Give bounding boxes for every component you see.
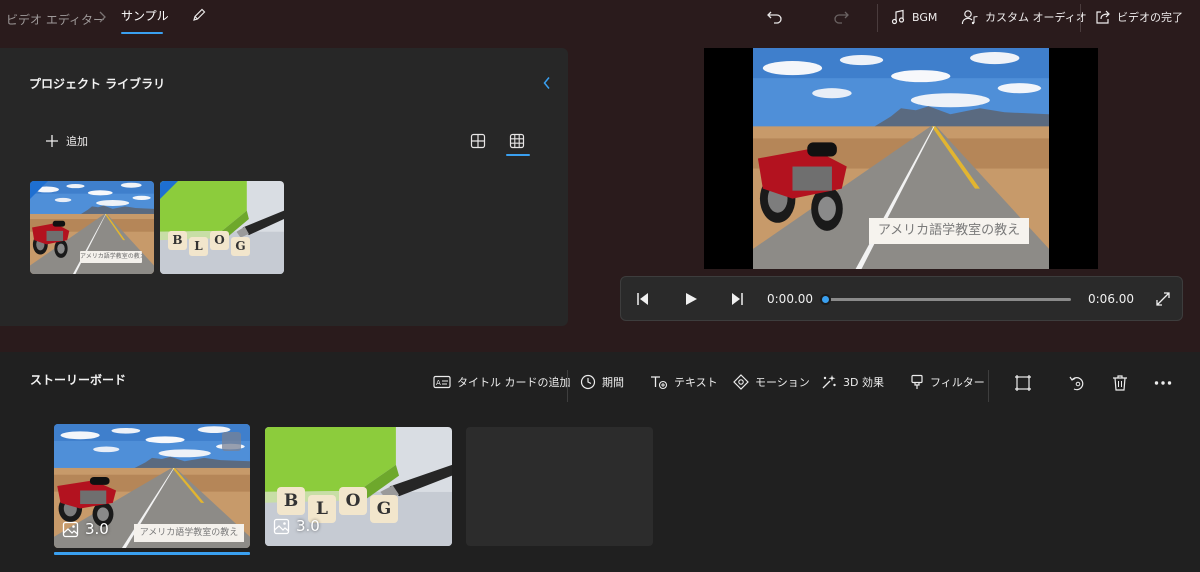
motion-icon (733, 374, 749, 390)
finish-video-button[interactable]: ビデオの完了 (1095, 9, 1183, 25)
motion-label: モーション (755, 376, 810, 389)
divider (988, 370, 989, 402)
person-audio-icon (961, 9, 979, 25)
duration-button[interactable]: 期間 (580, 374, 624, 390)
storyboard-panel: ストーリーボード A タイトル カードの追加 期間 テキスト モーション 3D … (0, 352, 1200, 572)
dice-letter: B (277, 487, 305, 515)
add-media-button[interactable]: 追加 (44, 133, 88, 149)
bgm-button[interactable]: BGM (890, 9, 937, 25)
video-preview: アメリカ語学教室の教え (704, 48, 1098, 269)
seek-handle[interactable] (820, 294, 831, 305)
storyboard-card-2[interactable]: B L O G 3.0 (265, 427, 452, 546)
add-label: 追加 (66, 135, 88, 148)
add-title-card-label: タイトル カードの追加 (457, 376, 571, 389)
top-bar: ビデオ エディター サンプル BGM カスタム オーディオ ビデオの完了 (0, 0, 1200, 36)
title-card-icon: A (433, 375, 451, 389)
used-marker (30, 181, 48, 199)
current-time: 0:00.00 (767, 292, 814, 306)
filter-label: フィルター (930, 376, 985, 389)
breadcrumb-root[interactable]: ビデオ エディター (6, 11, 105, 28)
clock-icon (580, 374, 596, 390)
delete-trash-icon[interactable] (1112, 374, 1128, 392)
dice-letter: L (189, 237, 208, 256)
divider (1080, 4, 1081, 32)
dice-letter: G (231, 237, 250, 256)
music-note-icon (890, 9, 906, 25)
library-item-road[interactable]: アメリカ語学教室の教え (30, 181, 154, 274)
dice-letter: B (168, 231, 187, 250)
card-caption: アメリカ語学教室の教え (134, 524, 244, 542)
image-icon (62, 521, 79, 538)
active-indicator (121, 32, 163, 34)
previous-frame-icon[interactable] (635, 291, 651, 307)
more-options-icon[interactable] (1154, 380, 1172, 386)
used-marker (160, 181, 178, 199)
storyboard-title: ストーリーボード (30, 373, 127, 387)
3d-effects-label: 3D 効果 (843, 376, 884, 389)
collapse-chevron-left-icon[interactable] (542, 76, 552, 90)
chevron-right-icon (99, 10, 107, 24)
next-frame-icon[interactable] (729, 291, 745, 307)
preview-caption: アメリカ語学教室の教え (869, 218, 1029, 244)
export-share-icon (1095, 9, 1111, 25)
redo-icon[interactable] (832, 8, 850, 24)
crop-resize-icon[interactable] (1014, 374, 1032, 392)
card-duration: 3.0 (62, 520, 109, 538)
select-checkbox[interactable] (222, 432, 241, 451)
motion-button[interactable]: モーション (733, 374, 810, 390)
card-duration-value: 3.0 (296, 517, 320, 535)
text-button[interactable]: テキスト (650, 374, 718, 390)
playback-controls: 0:00.00 0:06.00 (620, 276, 1183, 321)
empty-drop-slot[interactable] (466, 427, 653, 546)
custom-audio-button[interactable]: カスタム オーディオ (961, 9, 1087, 25)
dice-letter: G (370, 495, 398, 523)
svg-text:A: A (436, 379, 441, 387)
library-title: プロジェクト ライブラリ (29, 77, 166, 91)
text-label: テキスト (674, 376, 718, 389)
play-icon[interactable] (683, 291, 699, 307)
filter-brush-icon (910, 374, 924, 390)
small-grid-view-icon[interactable] (509, 133, 525, 149)
seek-track[interactable] (820, 294, 1071, 305)
card-duration-value: 3.0 (85, 520, 109, 538)
project-library-panel: プロジェクト ライブラリ 追加 アメリカ語学教室の教え B L O G (0, 48, 568, 326)
storyboard-card-1[interactable]: アメリカ語学教室の教え 3.0 (54, 424, 250, 548)
library-item-blog[interactable]: B L O G (160, 181, 284, 274)
undo-icon[interactable] (766, 8, 784, 24)
preview-frame: アメリカ語学教室の教え (753, 48, 1049, 269)
selected-card-indicator (54, 552, 250, 555)
fullscreen-expand-icon[interactable] (1155, 291, 1171, 307)
duration-label: 期間 (602, 376, 624, 389)
large-grid-view-icon[interactable] (470, 133, 486, 149)
divider (567, 370, 568, 402)
edit-pencil-icon[interactable] (191, 7, 207, 23)
finish-video-label: ビデオの完了 (1117, 11, 1183, 24)
total-time: 0:06.00 (1088, 292, 1135, 306)
dice-row: B L O G (168, 231, 250, 256)
sparkle-effects-icon (821, 374, 837, 390)
library-item-caption: アメリカ語学教室の教え (80, 251, 142, 263)
rotate-icon[interactable] (1068, 374, 1086, 392)
bgm-label: BGM (912, 10, 938, 24)
add-title-card-button[interactable]: A タイトル カードの追加 (433, 374, 571, 390)
divider (877, 4, 878, 32)
plus-icon (44, 133, 60, 149)
filter-button[interactable]: フィルター (910, 374, 985, 390)
dice-letter: O (210, 231, 229, 250)
dice-letter: O (339, 487, 367, 515)
project-name[interactable]: サンプル (121, 7, 169, 24)
card-duration: 3.0 (273, 517, 320, 535)
3d-effects-button[interactable]: 3D 効果 (821, 374, 884, 390)
text-add-icon (650, 374, 668, 390)
custom-audio-label: カスタム オーディオ (985, 11, 1087, 24)
image-icon (273, 518, 290, 535)
view-selected-indicator (506, 154, 530, 156)
